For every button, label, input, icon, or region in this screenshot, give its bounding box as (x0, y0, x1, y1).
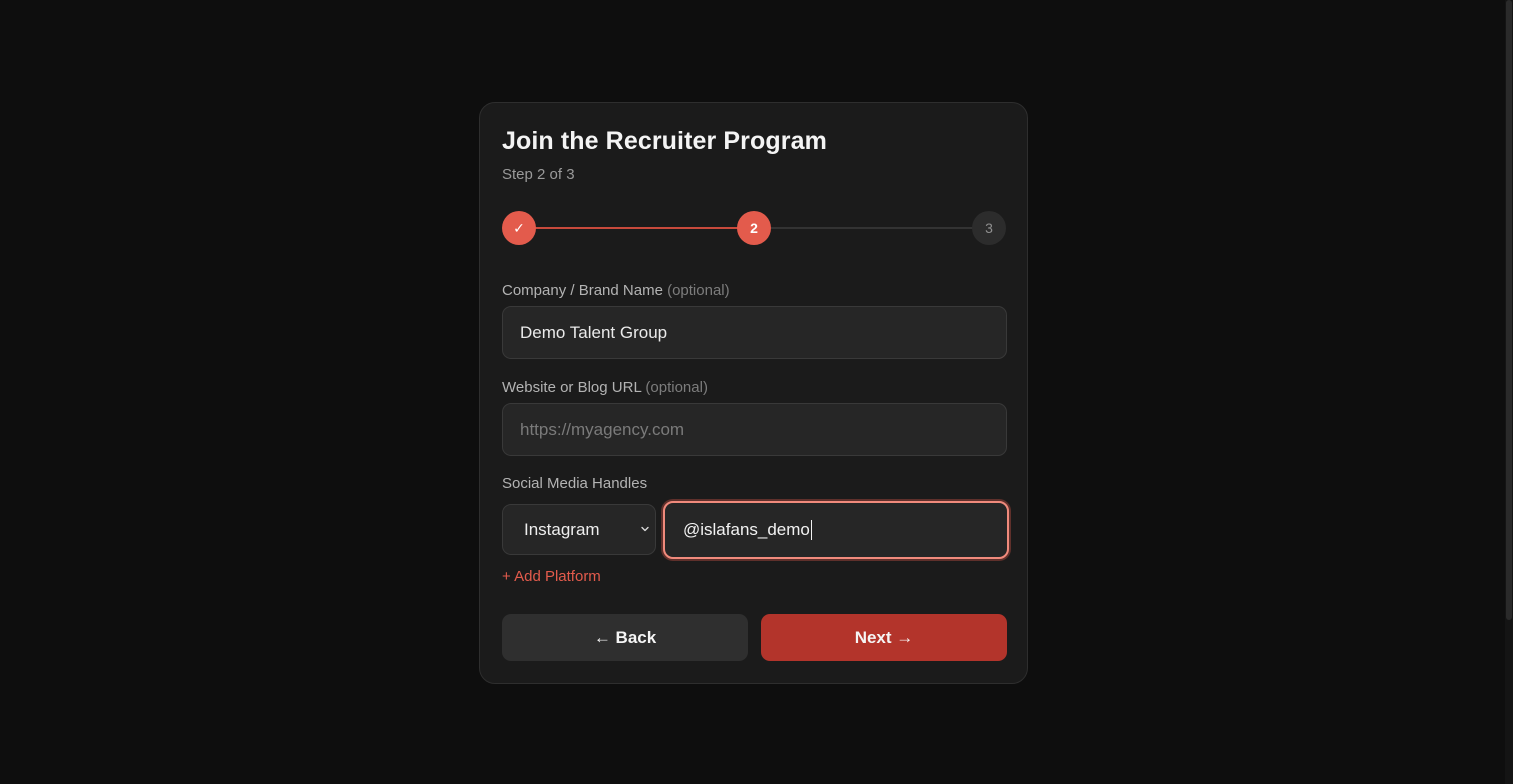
scrollbar-thumb[interactable] (1506, 0, 1512, 620)
step-2-current: 2 (737, 211, 771, 245)
company-name-input[interactable] (502, 306, 1007, 359)
signup-card: Join the Recruiter Program Step 2 of 3 ✓… (479, 102, 1028, 684)
platform-select[interactable]: Instagram (502, 504, 656, 555)
page-title: Join the Recruiter Program (502, 127, 827, 155)
company-label-text: Company / Brand Name (502, 282, 663, 299)
company-optional-tag: (optional) (667, 282, 730, 299)
website-url-input[interactable] (502, 403, 1007, 456)
step-indicator-text: Step 2 of 3 (502, 166, 575, 183)
back-button[interactable]: ← Back (502, 614, 748, 661)
social-handle-value: @islafans_demo (683, 520, 810, 539)
company-label: Company / Brand Name (optional) (502, 282, 730, 299)
step-1-complete-check-icon: ✓ (502, 211, 536, 245)
stepper-line-pending (754, 227, 990, 229)
progress-stepper: ✓ 2 3 (502, 211, 1007, 245)
add-platform-link[interactable]: + Add Platform (502, 568, 601, 585)
step-3-upcoming: 3 (972, 211, 1006, 245)
website-label: Website or Blog URL (optional) (502, 379, 708, 396)
page-scrollbar[interactable] (1505, 0, 1513, 784)
social-handle-input[interactable]: @islafans_demo (663, 501, 1009, 559)
social-handles-label: Social Media Handles (502, 475, 648, 492)
platform-select-value: Instagram (524, 520, 600, 539)
text-caret (810, 520, 812, 540)
website-label-text: Website or Blog URL (502, 379, 642, 396)
stepper-line-complete (519, 227, 754, 229)
next-button[interactable]: Next → (761, 614, 1007, 661)
chevron-down-icon (641, 526, 649, 532)
website-optional-tag: (optional) (645, 379, 708, 396)
